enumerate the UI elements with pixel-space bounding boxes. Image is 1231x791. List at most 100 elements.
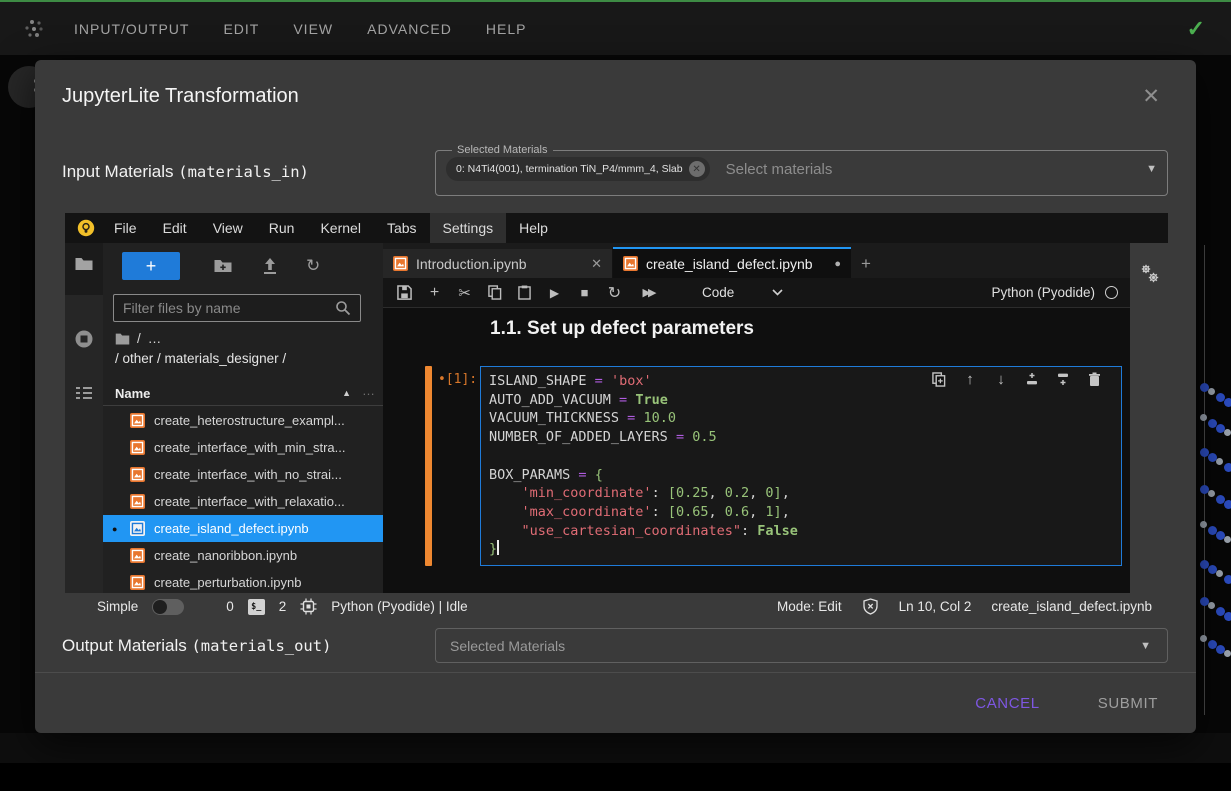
notebook-tab[interactable]: create_island_defect.ipynb● — [613, 247, 851, 278]
code-line: "use_cartesian_coordinates": False — [489, 522, 1113, 541]
file-row[interactable]: create_nanoribbon.ipynb — [103, 542, 383, 569]
cell-collapser[interactable] — [425, 366, 432, 566]
add-tab-button[interactable]: + — [851, 249, 881, 278]
running-dot-icon: ● — [112, 524, 117, 534]
atom-sphere — [1224, 429, 1231, 436]
markdown-heading-cell[interactable]: 1.1. Set up defect parameters — [490, 318, 754, 340]
app-logo-dots-icon[interactable] — [22, 18, 50, 40]
insert-cell-above-icon[interactable] — [1024, 371, 1040, 387]
notebook-tab[interactable]: Introduction.ipynb ✕ — [383, 249, 613, 278]
trust-shield-icon — [862, 598, 879, 615]
run-all-icon[interactable]: ▶▶ — [636, 284, 660, 301]
file-list-header[interactable]: Name ▲ … — [103, 381, 383, 406]
table-of-contents-icon[interactable] — [74, 383, 94, 403]
app-bar: INPUT/OUTPUT EDIT VIEW ADVANCED HELP ✓ — [0, 2, 1231, 55]
file-options-column: … — [362, 383, 375, 398]
jupyter-menu-edit[interactable]: Edit — [150, 213, 200, 243]
atom-sphere — [1224, 463, 1231, 472]
app-menu-edit[interactable]: EDIT — [223, 21, 259, 37]
breadcrumb-ellipsis[interactable]: … — [148, 331, 162, 346]
run-icon[interactable]: ▶ — [546, 284, 563, 301]
stop-icon[interactable]: ■ — [576, 284, 593, 301]
code-line: } — [489, 540, 1113, 559]
save-icon[interactable] — [396, 284, 413, 301]
editor-mode[interactable]: Mode: Edit — [777, 599, 842, 614]
kernels-count[interactable]: 2 — [279, 599, 287, 614]
chip-close-icon[interactable]: ✕ — [689, 161, 705, 177]
jupyter-menu-tabs[interactable]: Tabs — [374, 213, 430, 243]
file-row[interactable]: create_interface_with_relaxatio... — [103, 488, 383, 515]
notebook-file-icon — [623, 256, 638, 271]
atom-sphere — [1224, 398, 1231, 407]
terminals-count[interactable]: 0 — [226, 599, 234, 614]
new-launcher-button[interactable]: + — [122, 252, 180, 280]
kernel-status-text[interactable]: Python (Pyodide) | Idle — [331, 599, 467, 614]
restart-kernel-icon[interactable]: ↻ — [606, 284, 623, 301]
copy-icon[interactable] — [486, 284, 503, 301]
tab-close-icon[interactable]: ✕ — [591, 256, 602, 272]
file-row[interactable]: ●create_island_defect.ipynb — [103, 515, 383, 542]
dialog-right-strip — [1130, 243, 1168, 593]
upload-icon[interactable] — [260, 256, 280, 276]
jupyter-menu-settings[interactable]: Settings — [430, 213, 507, 243]
select-materials-placeholder[interactable]: Select materials — [726, 161, 833, 178]
notebook-file-icon — [130, 467, 145, 482]
breadcrumb-path[interactable]: / other / materials_designer / — [115, 351, 286, 366]
tab-label: Introduction.ipynb — [416, 256, 527, 272]
insert-cell-icon[interactable]: + — [426, 284, 443, 301]
file-row[interactable]: create_interface_with_min_stra... — [103, 434, 383, 461]
notebook-toolbar: + ✂ ▶ ■ ↻ ▶▶ Code — [383, 278, 1130, 308]
insert-cell-below-icon[interactable] — [1055, 371, 1071, 387]
output-materials-select[interactable]: Selected Materials ▼ — [435, 628, 1168, 663]
submit-button[interactable]: SUBMIT — [1092, 694, 1164, 713]
file-row[interactable]: create_heterostructure_exampl... — [103, 407, 383, 434]
paste-icon[interactable] — [516, 284, 533, 301]
name-column-header[interactable]: Name — [115, 386, 150, 401]
code-cell-editor[interactable]: ISLAND_SHAPE = 'box'AUTO_ADD_VACUUM = Tr… — [480, 366, 1122, 566]
filter-files-input[interactable] — [113, 294, 361, 322]
file-browser: + ↻ / … — [103, 243, 383, 593]
new-folder-icon[interactable] — [213, 256, 233, 276]
app-menu: INPUT/OUTPUT EDIT VIEW ADVANCED HELP — [74, 21, 526, 37]
folder-icon[interactable] — [115, 332, 130, 345]
settings-gears-icon[interactable] — [1139, 263, 1161, 285]
output-materials-label: Output Materials (materials_out) — [62, 636, 331, 656]
code-line: AUTO_ADD_VACUUM = True — [489, 391, 1113, 410]
cut-icon[interactable]: ✂ — [456, 284, 473, 301]
running-kernels-icon[interactable] — [74, 329, 94, 349]
app-menu-help[interactable]: HELP — [486, 21, 527, 37]
file-row[interactable]: create_perturbation.ipynb — [103, 569, 383, 593]
sort-up-icon: ▲ — [342, 388, 351, 398]
file-name: create_interface_with_no_strai... — [154, 467, 342, 482]
jupyter-menu-help[interactable]: Help — [506, 213, 561, 243]
move-cell-down-icon[interactable]: ↓ — [993, 371, 1009, 387]
kernel-selector[interactable]: Python (Pyodide) — [991, 285, 1118, 300]
caret-down-icon[interactable]: ▼ — [1146, 163, 1157, 175]
check-icon[interactable]: ✓ — [1187, 16, 1205, 42]
app-menu-input-output[interactable]: INPUT/OUTPUT — [74, 21, 189, 37]
close-icon[interactable]: ✕ — [1142, 84, 1160, 109]
jupyter-menu-kernel[interactable]: Kernel — [307, 213, 373, 243]
move-cell-up-icon[interactable]: ↑ — [962, 371, 978, 387]
folder-icon[interactable] — [74, 254, 94, 274]
jupyter-menu-file[interactable]: File — [101, 213, 150, 243]
duplicate-cell-icon[interactable] — [931, 371, 947, 387]
cell-type-dropdown[interactable]: Code — [702, 285, 783, 300]
breadcrumb: / … — [115, 331, 161, 346]
cancel-button[interactable]: CANCEL — [969, 694, 1045, 713]
jupyter-menu-view[interactable]: View — [200, 213, 256, 243]
notebook-file-icon — [130, 521, 145, 536]
selected-materials-field: Selected Materials 0: N4Ti4(001), termin… — [435, 144, 1168, 196]
simple-mode-toggle[interactable] — [152, 599, 184, 615]
refresh-icon[interactable]: ↻ — [306, 256, 326, 276]
app-menu-advanced[interactable]: ADVANCED — [367, 21, 452, 37]
app-menu-view[interactable]: VIEW — [293, 21, 333, 37]
lightbulb-icon[interactable] — [77, 219, 95, 237]
material-chip[interactable]: 0: N4Ti4(001), termination TiN_P4/mmm_4,… — [446, 157, 710, 181]
delete-cell-icon[interactable] — [1086, 371, 1102, 387]
file-row[interactable]: create_interface_with_no_strai... — [103, 461, 383, 488]
tab-label: create_island_defect.ipynb — [646, 256, 813, 272]
jupyter-menu-run[interactable]: Run — [256, 213, 308, 243]
cursor-position[interactable]: Ln 10, Col 2 — [899, 599, 972, 614]
text-cursor — [497, 540, 499, 555]
